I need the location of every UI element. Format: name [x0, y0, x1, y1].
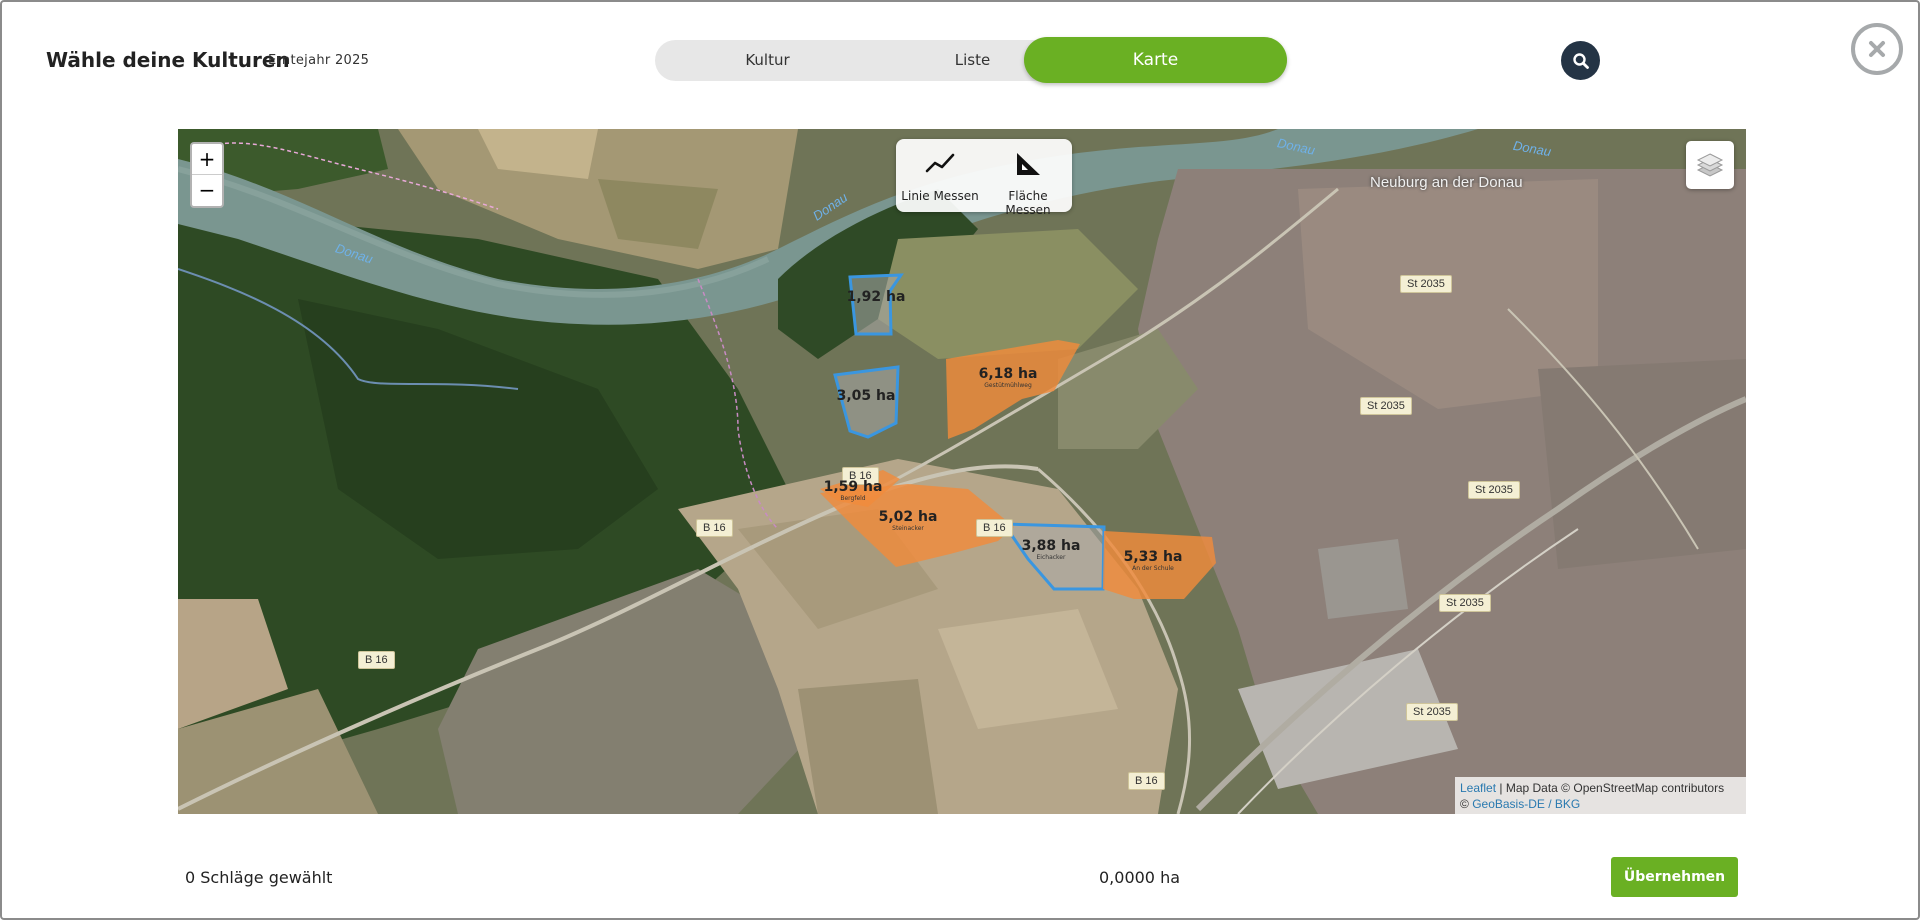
- geobasis-link[interactable]: GeoBasis-DE / BKG: [1472, 797, 1580, 811]
- field-label[interactable]: 1,92 ha: [846, 289, 906, 305]
- zoom-in-button[interactable]: +: [192, 144, 222, 175]
- field-label[interactable]: 5,33 ha An der Schule: [1118, 549, 1188, 572]
- field-name: Steinacker: [892, 525, 924, 532]
- field-name: Eichacker: [1036, 554, 1066, 561]
- road-label: B 16: [976, 519, 1013, 537]
- field-area: 6,18 ha: [978, 366, 1038, 382]
- close-icon: [1869, 41, 1885, 57]
- modal-title: Wähle deine Kulturen: [46, 48, 290, 72]
- map-attribution: Leaflet | Map Data © OpenStreetMap contr…: [1455, 777, 1746, 814]
- map-data-credit: | Map Data © OpenStreetMap contributors: [1499, 781, 1725, 795]
- zoom-control: + −: [190, 142, 224, 208]
- road-label: B 16: [1128, 772, 1165, 790]
- selected-count: 0 Schläge gewählt: [185, 868, 333, 887]
- zoom-out-button[interactable]: −: [192, 175, 222, 206]
- field-name: An der Schule: [1132, 565, 1174, 572]
- layers-icon: [1696, 153, 1724, 177]
- field-label[interactable]: 3,05 ha: [836, 388, 896, 404]
- field-label[interactable]: 5,02 ha Steinacker: [868, 509, 948, 532]
- area-measure-label: Fläche Messen: [1005, 189, 1051, 217]
- place-label: Neuburg an der Donau: [1370, 174, 1523, 191]
- field-label[interactable]: 6,18 ha Gestütmühlweg: [968, 366, 1048, 389]
- road-label: B 16: [358, 651, 395, 669]
- search-button[interactable]: [1561, 41, 1600, 80]
- line-measure-button[interactable]: Linie Messen: [896, 139, 984, 212]
- road-label: St 2035: [1439, 594, 1491, 612]
- area-measure-button[interactable]: Fläche Messen: [984, 139, 1072, 217]
- field-name: Bergfeld: [840, 495, 866, 502]
- road-label: St 2035: [1406, 703, 1458, 721]
- field-area: 3,05 ha: [836, 388, 896, 404]
- copyright-sign: ©: [1460, 797, 1469, 811]
- set-square-icon: [1017, 153, 1040, 175]
- field-name: Gestütmühlweg: [984, 382, 1032, 389]
- leaflet-link[interactable]: Leaflet: [1460, 781, 1496, 795]
- harvest-year-label: Erntejahr 2025: [268, 53, 370, 68]
- field-area: 5,02 ha: [878, 509, 938, 525]
- tab-kultur[interactable]: Kultur: [655, 40, 880, 81]
- search-icon: [1572, 52, 1589, 69]
- close-button[interactable]: [1851, 23, 1903, 75]
- field-label[interactable]: 3,88 ha Eichacker: [1016, 538, 1086, 561]
- field-label[interactable]: 1,59 ha Bergfeld: [823, 479, 883, 502]
- road-label: B 16: [696, 519, 733, 537]
- road-label: St 2035: [1360, 397, 1412, 415]
- field-area: 3,88 ha: [1021, 538, 1081, 554]
- field-area: 1,92 ha: [846, 289, 906, 305]
- apply-button[interactable]: Übernehmen: [1611, 857, 1738, 897]
- field-map[interactable]: Donau Donau Donau Donau Neuburg an der D…: [178, 129, 1746, 814]
- measure-toolbar: Linie Messen Fläche Messen: [896, 139, 1072, 217]
- layer-switcher-button[interactable]: [1686, 141, 1734, 189]
- field-area: 1,59 ha: [823, 479, 883, 495]
- crop-selection-modal: Wähle deine Kulturen Erntejahr 2025 Kult…: [0, 0, 1920, 920]
- road-label: St 2035: [1400, 275, 1452, 293]
- line-measure-label: Linie Messen: [901, 189, 979, 203]
- polyline-icon: [925, 153, 955, 173]
- total-area: 0,0000 ha: [1099, 868, 1181, 887]
- satellite-background: [178, 129, 1746, 814]
- road-label: St 2035: [1468, 481, 1520, 499]
- tab-karte[interactable]: Karte: [1024, 37, 1287, 83]
- field-area: 5,33 ha: [1123, 549, 1183, 565]
